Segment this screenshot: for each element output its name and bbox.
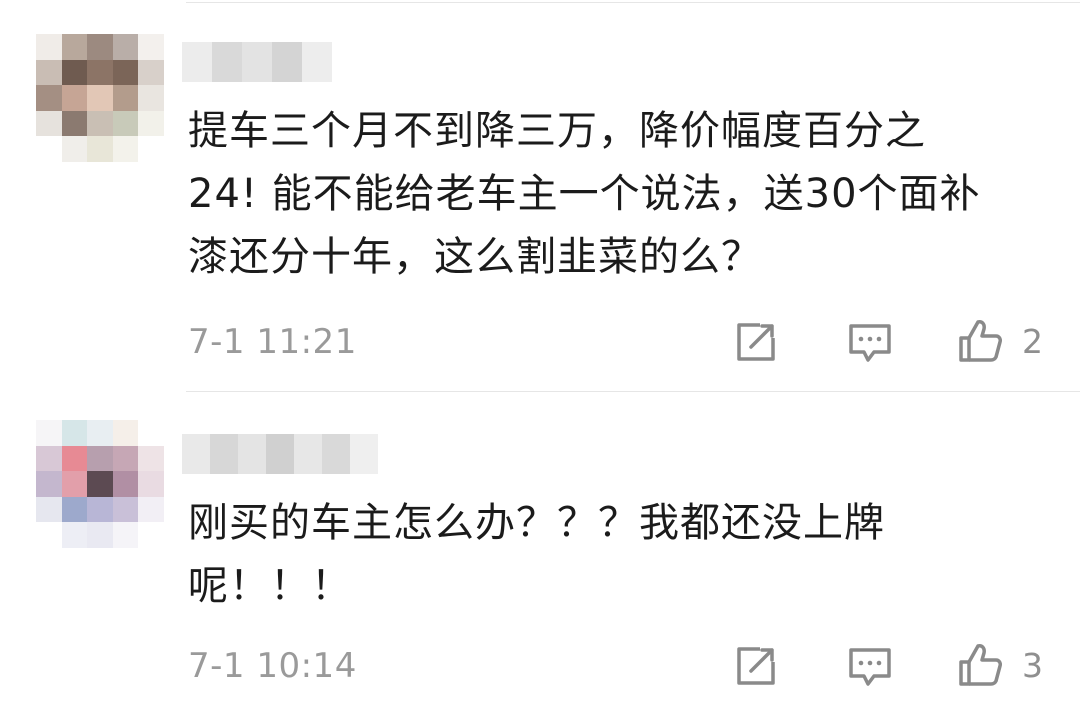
reply-icon[interactable] — [848, 644, 892, 688]
share-icon[interactable] — [734, 644, 778, 688]
avatar[interactable] — [36, 34, 164, 162]
comment-item: 提车三个月不到降三万，降价幅度百分之 24! 能不能给老车主一个说法，送30个面… — [0, 0, 1080, 392]
like-icon[interactable] — [958, 318, 1002, 362]
username-blurred[interactable] — [182, 434, 378, 474]
username-blurred[interactable] — [182, 42, 332, 82]
like-count: 2 — [1022, 322, 1043, 361]
like-count: 3 — [1022, 646, 1043, 685]
avatar[interactable] — [36, 420, 164, 548]
share-icon[interactable] — [734, 320, 778, 364]
like-icon[interactable] — [958, 642, 1002, 686]
reply-icon[interactable] — [848, 320, 892, 364]
comment-item: 刚买的车主怎么办？？？我都还没上牌 呢！！！ 7-1 10:14 3 — [0, 392, 1080, 718]
comment-text: 提车三个月不到降三万，降价幅度百分之 24! 能不能给老车主一个说法，送30个面… — [188, 108, 981, 280]
comment-time: 7-1 10:14 — [188, 646, 357, 686]
comment-time: 7-1 11:21 — [188, 322, 357, 362]
comment-text: 刚买的车主怎么办？？？我都还没上牌 呢！！！ — [188, 500, 885, 609]
